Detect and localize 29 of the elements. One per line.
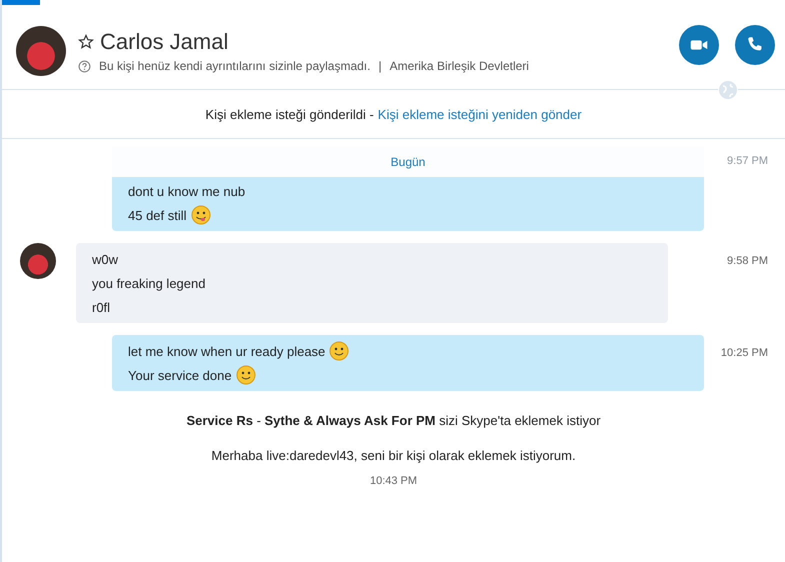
resend-request-link[interactable]: Kişi ekleme isteğini yeniden gönder (378, 106, 582, 122)
location: Amerika Birleşik Devletleri (390, 59, 529, 73)
star-icon[interactable] (78, 34, 94, 50)
tongue-emoticon-icon (190, 205, 211, 225)
tab-strip (2, 0, 40, 5)
message-text: Your service done (128, 368, 232, 382)
message-time: 10:43 PM (370, 475, 418, 487)
message-text: you freaking legend (92, 276, 206, 290)
smiley-icon (236, 365, 256, 385)
contact-request-title: Service Rs - Sythe & Always Ask For PM sizi Skype'ta eklemek istiyor (186, 413, 601, 428)
profile-note: Bu kişi henüz kendi ayrıntılarını sizinle paylaşmadı. (99, 59, 370, 73)
request-status: Kişi ekleme isteği gönderildi - (205, 106, 374, 122)
message-text: 45 def still (128, 208, 187, 222)
message-text: let me know when ur ready please (128, 344, 326, 358)
video-call-button[interactable] (679, 25, 719, 65)
photo-placeholder (20, 243, 56, 279)
photo-placeholder (16, 26, 66, 76)
message-text: w0w (92, 252, 118, 266)
contact-name: Carlos Jamal (100, 29, 228, 55)
call-button[interactable] (735, 25, 775, 65)
contact-request-message: Merhaba live:daredevl43, seni bir kişi olarak eklemek istiyorum. (211, 448, 576, 463)
smiley-icon (329, 341, 350, 361)
help-icon[interactable] (78, 60, 91, 72)
message-text: dont u know me nub (128, 184, 246, 198)
message-time: 9:57 PM (726, 154, 769, 167)
message-time: 10:25 PM (720, 346, 769, 359)
message-time: 9:58 PM (726, 254, 769, 267)
message-text: r0fl (92, 300, 110, 314)
separator: | (378, 59, 382, 73)
